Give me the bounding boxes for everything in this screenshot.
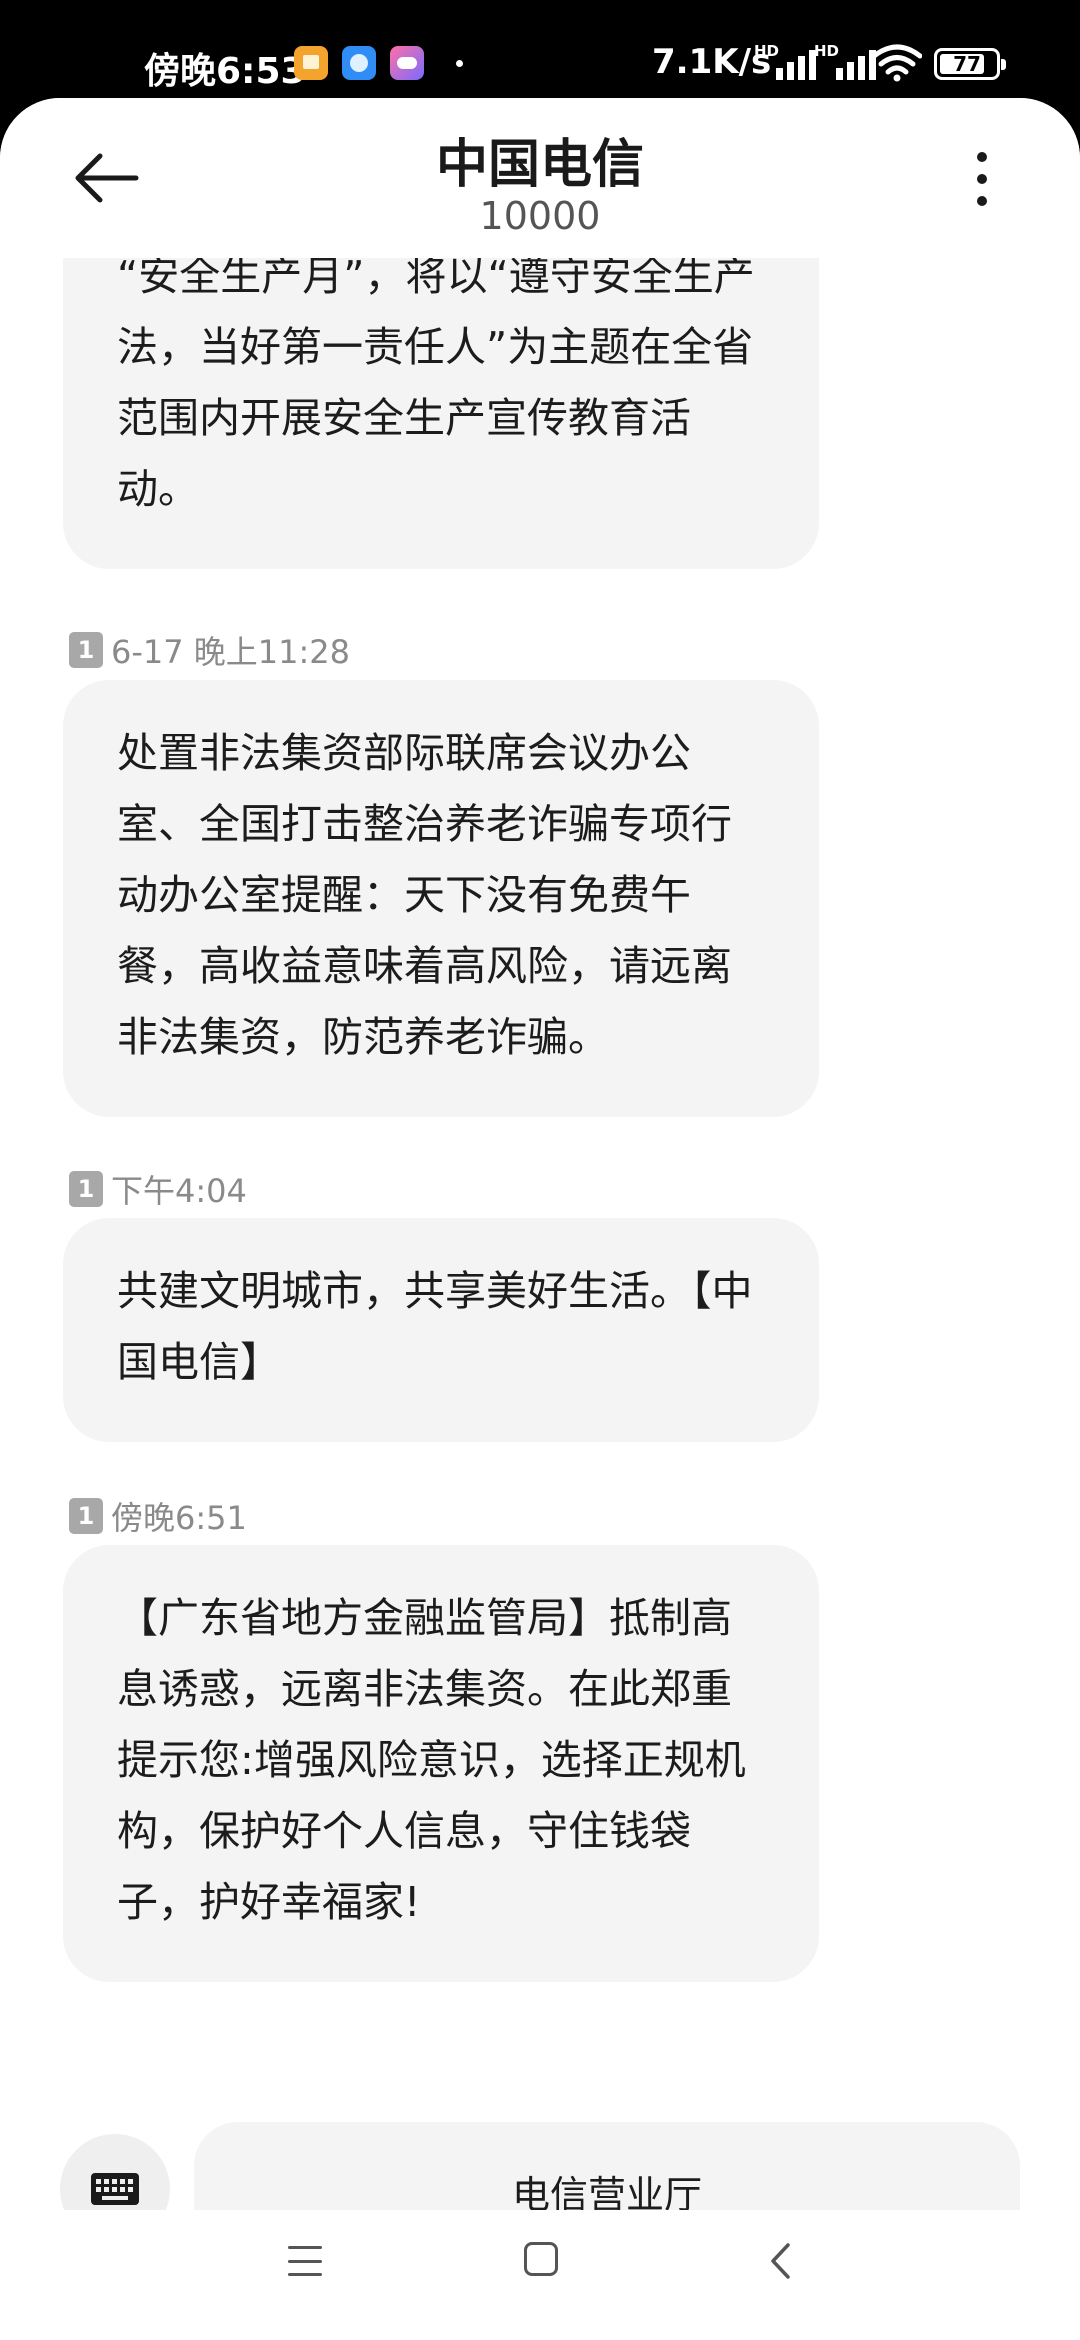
game-app-icon xyxy=(390,46,424,80)
message-time: 下午4:04 xyxy=(111,1172,247,1210)
message-meta: 1 傍晚6:51 xyxy=(69,1498,247,1537)
message-text: “安全生产月”，将以“遵守安全生产法，当好第一责任人”为主题在全省范围内开展安全… xyxy=(117,258,755,513)
keyboard-icon xyxy=(91,2173,139,2205)
battery-level: 77 xyxy=(953,52,981,76)
notification-icons xyxy=(294,46,424,80)
message-meta: 1 6-17 晚上11:28 xyxy=(69,632,350,671)
gallery-app-icon xyxy=(294,46,328,80)
home-icon[interactable] xyxy=(524,2242,558,2276)
wifi-icon xyxy=(872,44,922,82)
message-meta: 1 下午4:04 xyxy=(69,1171,247,1210)
message-bubble[interactable]: 处置非法集资部际联席会议办公室、全国打击整治养老诈骗专项行动办公室提醒：天下没有… xyxy=(63,680,819,1117)
browser-app-icon xyxy=(342,46,376,80)
signal-icon: HD xyxy=(814,42,880,80)
navigation-bar xyxy=(0,2210,1080,2340)
message-list[interactable]: “安全生产月”，将以“遵守安全生产法，当好第一责任人”为主题在全省范围内开展安全… xyxy=(0,258,1080,2048)
more-options-icon[interactable] xyxy=(960,152,1004,206)
sim-1-icon: 1 xyxy=(69,1498,103,1534)
message-time: 6-17 晚上11:28 xyxy=(111,633,351,671)
menu-icon[interactable] xyxy=(288,2246,322,2276)
message-time: 傍晚6:51 xyxy=(111,1499,247,1537)
conversation-screen: 中国电信 10000 “安全生产月”，将以“遵守安全生产法，当好第一责任人”为主… xyxy=(0,98,1080,2340)
message-text: 【广东省地方金融监管局】抵制高息诱惑，远离非法集资。在此郑重提示您:增强风险意识… xyxy=(117,1594,746,1926)
message-bubble[interactable]: 共建文明城市，共享美好生活。【中国电信】 xyxy=(63,1218,819,1442)
conversation-header: 中国电信 10000 xyxy=(0,98,1080,258)
message-text: 共建文明城市，共享美好生活。【中国电信】 xyxy=(117,1267,753,1386)
message-bubble[interactable]: “安全生产月”，将以“遵守安全生产法，当好第一责任人”为主题在全省范围内开展安全… xyxy=(63,258,819,569)
contact-name: 中国电信 xyxy=(435,135,644,195)
sim-1-icon: 1 xyxy=(69,1171,103,1207)
battery-icon: 77 xyxy=(934,48,1006,80)
more-notifications-dot xyxy=(456,60,463,67)
status-time: 傍晚6:53 xyxy=(144,51,306,92)
signal-icon: HD xyxy=(754,42,820,80)
chevron-left-icon[interactable] xyxy=(766,2242,796,2280)
sim-1-icon: 1 xyxy=(69,632,103,668)
message-text: 处置非法集资部际联席会议办公室、全国打击整治养老诈骗专项行动办公室提醒：天下没有… xyxy=(117,729,732,1061)
contact-number: 10000 xyxy=(479,194,601,238)
message-bubble[interactable]: 【广东省地方金融监管局】抵制高息诱惑，远离非法集资。在此郑重提示您:增强风险意识… xyxy=(63,1545,819,1982)
